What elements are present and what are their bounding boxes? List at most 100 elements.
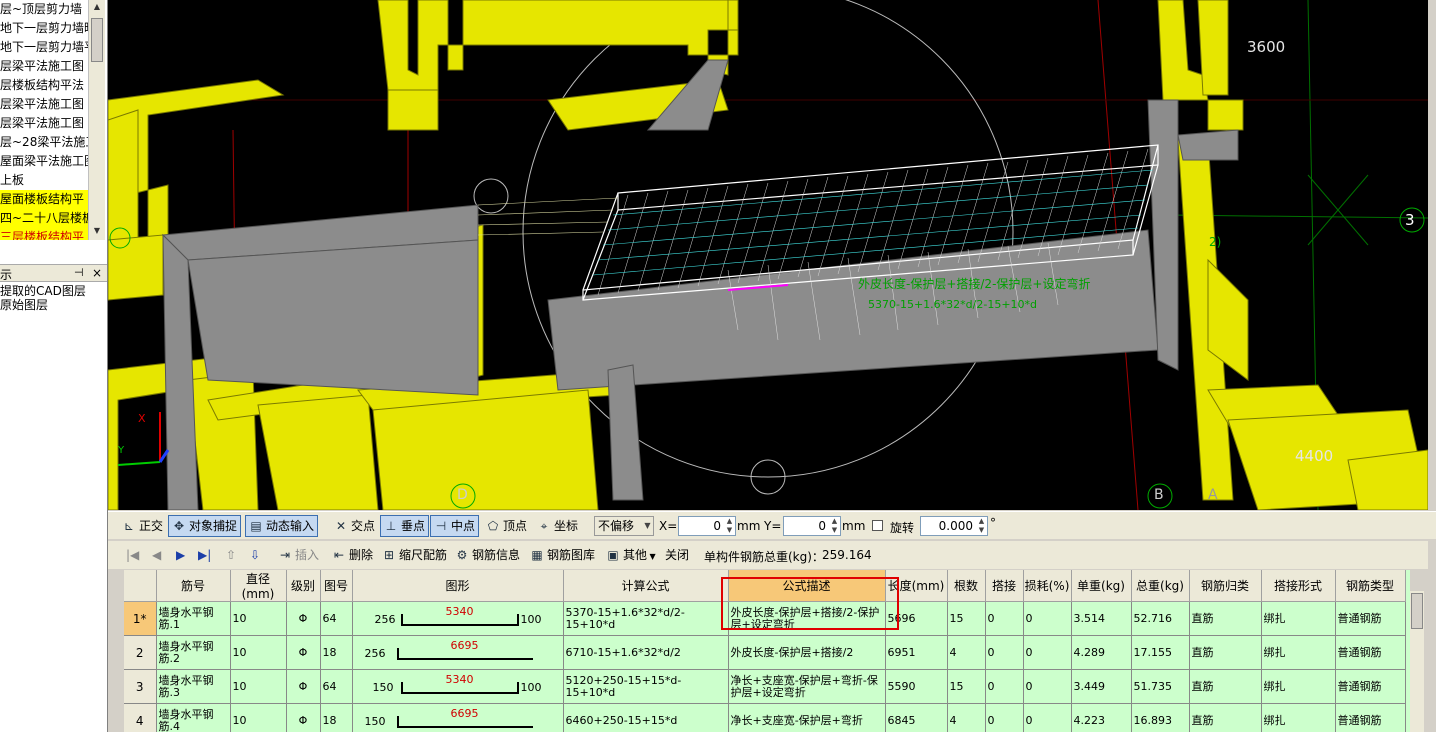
table-row[interactable]: 2 墙身水平钢筋.2 10 Φ 18 256 6695 6710-15+1.6*32*d/2 外…	[124, 635, 1406, 670]
cell-lap[interactable]: 0	[985, 635, 1024, 670]
layer-item[interactable]: 屋面楼板结构平	[0, 190, 88, 209]
cell-lap-type[interactable]: 绑扎	[1261, 669, 1336, 704]
scroll-up-icon[interactable]: ▲	[91, 0, 103, 14]
cell-unit-w[interactable]: 3.514	[1071, 601, 1132, 636]
layer-item-selected[interactable]: 三层楼板结构平	[0, 228, 88, 240]
cell-lap[interactable]: 0	[985, 703, 1024, 732]
table-row[interactable]: 3 墙身水平钢筋.3 10 Φ 64 150 5340 100 5120+250-15+15*d…	[124, 669, 1406, 704]
header-cell[interactable]: 计算公式	[563, 570, 729, 602]
pin-icon[interactable]: ⊣	[74, 266, 84, 279]
last-record-icon[interactable]: ▶|	[198, 548, 211, 562]
header-cell[interactable]: 搭接	[985, 570, 1024, 602]
layer-list-scrollbar[interactable]: ▲ ▼	[88, 0, 105, 240]
cell-grade[interactable]: Φ	[286, 669, 321, 704]
3d-viewport[interactable]: 3600 4400 3 B D 2) A 外皮长度-保护层+搭接/2-保护层+设…	[108, 0, 1428, 510]
layer-item[interactable]: 层梁平法施工图	[0, 57, 88, 76]
vertex-snap-button[interactable]: ⬠ 顶点	[482, 515, 531, 537]
header-cell[interactable]: 搭接形式	[1261, 570, 1336, 602]
cell-fig[interactable]: 64	[320, 669, 353, 704]
midpoint-snap-button[interactable]: ⊣ 中点	[430, 515, 480, 537]
first-record-icon[interactable]: |◀	[126, 548, 139, 562]
rebar-info-button[interactable]: ⚙ 钢筋信息	[451, 544, 524, 566]
rebar-shape-cell[interactable]: 256 6695	[352, 635, 564, 670]
cell-category[interactable]: 直筋	[1189, 601, 1262, 636]
cell-category[interactable]: 直筋	[1189, 635, 1262, 670]
header-cell[interactable]: 筋号	[156, 570, 231, 602]
header-cell[interactable]: 单重(kg)	[1071, 570, 1132, 602]
header-cell[interactable]: 损耗(%)	[1023, 570, 1072, 602]
header-cell[interactable]: 级别	[286, 570, 321, 602]
table-scrollbar[interactable]	[1410, 591, 1424, 732]
cell-dia[interactable]: 10	[230, 703, 287, 732]
cell-fig[interactable]: 18	[320, 635, 353, 670]
perpendicular-snap-button[interactable]: ⊥ 垂点	[380, 515, 430, 537]
layer-item[interactable]: 上板	[0, 171, 88, 190]
cell-dia[interactable]: 10	[230, 601, 287, 636]
cell-grade[interactable]: Φ	[286, 601, 321, 636]
cell-lap[interactable]: 0	[985, 669, 1024, 704]
layer-item[interactable]: 屋面梁平法施工图	[0, 152, 88, 171]
layer-item[interactable]: 地下一层剪力墙暗	[0, 19, 88, 38]
cell-unit-w[interactable]: 4.223	[1071, 703, 1132, 732]
cell-count[interactable]: 15	[947, 669, 986, 704]
header-cell[interactable]: 钢筋类型	[1335, 570, 1406, 602]
cell-formula[interactable]: 5120+250-15+15*d-15+10*d	[563, 669, 729, 704]
cell-lap-type[interactable]: 绑扎	[1261, 703, 1336, 732]
close-icon[interactable]: ×	[92, 266, 102, 280]
cell-unit-w[interactable]: 3.449	[1071, 669, 1132, 704]
coordinate-snap-button[interactable]: ⌖ 坐标	[533, 515, 582, 537]
header-cell[interactable]: 直径(mm)	[230, 570, 287, 602]
cell-count[interactable]: 4	[947, 635, 986, 670]
object-snap-button[interactable]: ✥ 对象捕捉	[168, 515, 242, 537]
move-up-icon[interactable]: ⇧	[226, 548, 236, 562]
cell-formula[interactable]: 6710-15+1.6*32*d/2	[563, 635, 729, 670]
layer-item[interactable]: 四~二十八层楼板	[0, 209, 88, 228]
delete-button[interactable]: ⇤ 删除	[328, 544, 377, 566]
header-cell[interactable]: 图形	[352, 570, 564, 602]
table-row[interactable]: 4 墙身水平钢筋.4 10 Φ 18 150 6695 6460+250-15+15*d 净长+…	[124, 703, 1406, 732]
cell-count[interactable]: 4	[947, 703, 986, 732]
rebar-shape-cell[interactable]: 150 6695	[352, 703, 564, 732]
dynamic-input-button[interactable]: ▤ 动态输入	[245, 515, 319, 537]
rebar-shape-cell[interactable]: 150 5340 100	[352, 669, 564, 704]
offset-mode-select[interactable]: 不偏移 ▼	[594, 516, 654, 536]
close-panel-button[interactable]: 关闭	[660, 544, 693, 566]
cell-desc[interactable]: 外皮长度-保护层+搭接/2	[728, 635, 886, 670]
cell-name[interactable]: 墙身水平钢筋.4	[156, 703, 231, 732]
layer-item[interactable]: 层~顶层剪力墙	[0, 0, 88, 19]
cell-formula[interactable]: 5370-15+1.6*32*d/2-15+10*d	[563, 601, 729, 636]
cell-fig[interactable]: 18	[320, 703, 353, 732]
cell-lap-type[interactable]: 绑扎	[1261, 635, 1336, 670]
cell-loss[interactable]: 0	[1023, 601, 1072, 636]
cell-name[interactable]: 墙身水平钢筋.2	[156, 635, 231, 670]
scale-rebar-button[interactable]: ⊞ 缩尺配筋	[378, 544, 451, 566]
option-original-layer[interactable]: 原始图层	[0, 298, 107, 312]
ortho-button[interactable]: ⊾ 正交	[118, 515, 167, 537]
drawing-layer-list[interactable]: 层~顶层剪力墙 地下一层剪力墙暗 地下一层剪力墙平 层梁平法施工图 层楼板结构平…	[0, 0, 88, 240]
cell-desc[interactable]: 净长+支座宽-保护层+弯折	[728, 703, 886, 732]
prev-record-icon[interactable]: ◀	[152, 548, 161, 562]
layer-item[interactable]: 层楼板结构平法	[0, 76, 88, 95]
cell-total-w[interactable]: 16.893	[1131, 703, 1190, 732]
cell-grade[interactable]: Φ	[286, 703, 321, 732]
rebar-shape-cell[interactable]: 256 5340 100	[352, 601, 564, 636]
cell-fig[interactable]: 64	[320, 601, 353, 636]
cell-dia[interactable]: 10	[230, 635, 287, 670]
cell-loss[interactable]: 0	[1023, 635, 1072, 670]
cell-type[interactable]: 普通钢筋	[1335, 703, 1406, 732]
other-menu-button[interactable]: ▣ 其他 ▼	[602, 544, 660, 566]
rebar-library-button[interactable]: ▦ 钢筋图库	[526, 544, 599, 566]
move-down-icon[interactable]: ⇩	[250, 548, 260, 562]
rotate-angle-input[interactable]: 0.000 ▲ ▼	[920, 516, 988, 536]
header-cell[interactable]: 根数	[947, 570, 986, 602]
cell-loss[interactable]: 0	[1023, 703, 1072, 732]
insert-button[interactable]: ⇥ 插入	[274, 544, 323, 566]
row-number[interactable]: 2	[124, 635, 157, 670]
cell-name[interactable]: 墙身水平钢筋.1	[156, 601, 231, 636]
cell-desc[interactable]: 净长+支座宽-保护层+弯折-保护层+设定弯折	[728, 669, 886, 704]
cell-type[interactable]: 普通钢筋	[1335, 601, 1406, 636]
cell-type[interactable]: 普通钢筋	[1335, 635, 1406, 670]
layer-item[interactable]: 层~28梁平法施工	[0, 133, 88, 152]
next-record-icon[interactable]: ▶	[176, 548, 185, 562]
spinner-icon[interactable]: ▲ ▼	[724, 517, 735, 535]
